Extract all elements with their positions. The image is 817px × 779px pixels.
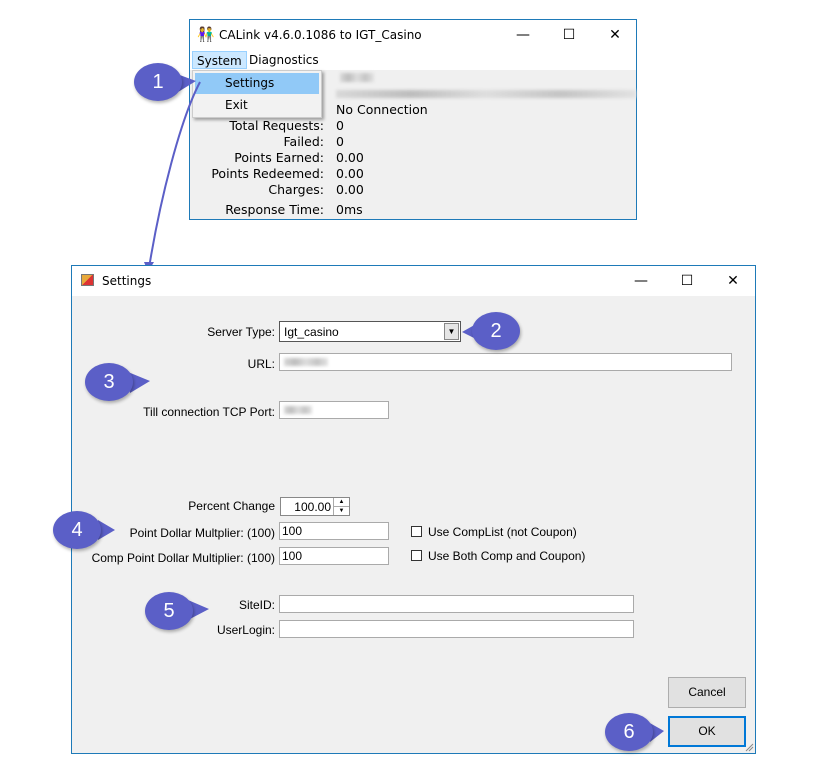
callout-5: 5 [145, 592, 193, 630]
callout-6: 6 [605, 713, 653, 751]
callout-3: 3 [85, 363, 133, 401]
callout-1: 1 [134, 63, 182, 101]
callout-2: 2 [472, 312, 520, 350]
callout-4: 4 [53, 511, 101, 549]
